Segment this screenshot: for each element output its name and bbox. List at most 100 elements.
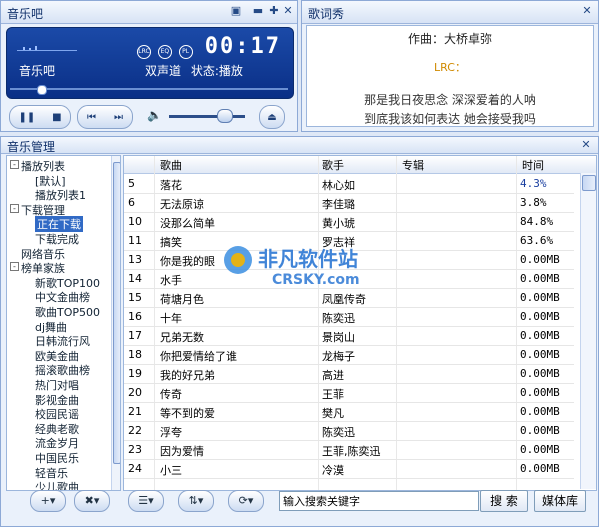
tree-item[interactable]: 播放列表 xyxy=(21,158,65,174)
volume-icon[interactable]: 🔈 xyxy=(147,108,162,122)
tree-item[interactable]: 流金岁月 xyxy=(35,435,79,451)
menu-icon[interactable]: ▣ xyxy=(229,4,243,18)
table-header: 歌曲 歌手 专辑 时间 xyxy=(124,156,596,174)
tree-item[interactable]: 下载完成 xyxy=(35,231,79,247)
row-time: 0.00MB xyxy=(520,272,560,285)
tree-item[interactable]: 轻音乐 xyxy=(35,465,68,481)
tree-item[interactable]: 中国民乐 xyxy=(35,450,79,466)
tree-item[interactable]: 经典老歌 xyxy=(35,421,79,437)
table-row[interactable]: 16 十年 陈奕迅 0.00MB xyxy=(124,307,574,327)
col-singer[interactable]: 歌手 xyxy=(322,157,344,173)
row-number: 20 xyxy=(128,386,142,399)
tree-item[interactable]: 影视金曲 xyxy=(35,392,79,408)
add-button[interactable]: +▾ xyxy=(30,490,66,512)
category-tree: - 播放列表 [默认] 播放列表1- 下载管理 正在下载 下载完成 网络音乐 - 榜单家族 新歌TO… xyxy=(6,155,121,491)
pause-icon[interactable]: ❚❚ xyxy=(18,112,35,123)
lrc-badge[interactable]: LRC xyxy=(137,45,151,59)
delete-button[interactable]: ✖▾ xyxy=(74,490,110,512)
table-row[interactable]: 23 因为爱情 王菲,陈奕迅 0.00MB xyxy=(124,440,574,460)
table-row[interactable]: 19 我的好兄弟 高进 0.00MB xyxy=(124,364,574,384)
pin-icon[interactable]: ✚ xyxy=(267,4,281,18)
row-song: 等不到的爱 xyxy=(160,407,215,420)
tree-expand-icon[interactable]: - xyxy=(10,262,19,272)
search-button[interactable]: 搜 索 xyxy=(480,490,528,512)
eject-button[interactable]: ⏏ xyxy=(259,105,285,129)
playlist-badge[interactable]: PL xyxy=(178,45,193,59)
table-scrollbar[interactable] xyxy=(580,173,596,489)
tree-scroll-thumb[interactable] xyxy=(113,162,120,464)
row-time: 0.00MB xyxy=(520,424,560,437)
tree-item[interactable]: dj舞曲 xyxy=(35,319,67,335)
table-row[interactable]: 22 浮夸 陈奕迅 0.00MB xyxy=(124,421,574,441)
volume-knob[interactable] xyxy=(216,109,233,123)
row-song: 你是我的眼 xyxy=(160,255,215,268)
search-input[interactable] xyxy=(279,491,479,511)
tree-item[interactable]: 中文金曲榜 xyxy=(35,289,90,305)
col-song[interactable]: 歌曲 xyxy=(160,157,182,173)
tree-item[interactable]: 播放列表1 xyxy=(35,187,86,203)
table-row[interactable]: 15 荷塘月色 凤凰传奇 0.00MB xyxy=(124,288,574,308)
eq-badge[interactable]: EQ xyxy=(157,45,172,59)
tree-item[interactable]: 下载管理 xyxy=(21,202,65,218)
table-scroll-thumb[interactable] xyxy=(582,175,596,191)
status-text: 双声道 状态:播放 xyxy=(145,62,243,79)
prev-icon[interactable]: ⏮ xyxy=(87,112,96,123)
sort-button[interactable]: ⇅▾ xyxy=(178,490,214,512)
row-number: 5 xyxy=(128,177,135,190)
tree-item[interactable]: 校园民谣 xyxy=(35,406,79,422)
close-icon[interactable]: ✕ xyxy=(281,4,295,18)
row-time: 0.00MB xyxy=(520,348,560,361)
tree-scrollbar[interactable] xyxy=(111,156,120,490)
row-number: 6 xyxy=(128,196,135,209)
row-song: 浮夸 xyxy=(160,426,182,439)
row-number: 16 xyxy=(128,310,142,323)
song-table: 歌曲 歌手 专辑 时间 5 落花 林心如 4.3% 6 无法原谅 李佳璐 3.8% 10 没那么简… xyxy=(123,155,597,491)
col-album[interactable]: 专辑 xyxy=(402,157,424,173)
play-mode-button[interactable]: ⟳▾ xyxy=(228,490,264,512)
row-singer: 林心如 xyxy=(322,179,355,192)
tree-expand-icon[interactable]: - xyxy=(10,160,19,169)
row-singer: 樊凡 xyxy=(322,407,344,420)
progress-slider[interactable] xyxy=(6,85,292,95)
tree-item[interactable]: 热门对唱 xyxy=(35,377,79,393)
lyrics-close-icon[interactable]: ✕ xyxy=(580,4,594,18)
status-value: 播放 xyxy=(218,64,243,78)
table-row[interactable]: 20 传奇 王菲 0.00MB xyxy=(124,383,574,403)
tree-item[interactable]: [默认] xyxy=(35,173,66,189)
progress-knob[interactable] xyxy=(37,85,47,95)
table-row[interactable]: 18 你把爱情给了谁 龙梅子 0.00MB xyxy=(124,345,574,365)
tree-item[interactable]: 摇滚歌曲榜 xyxy=(35,362,90,378)
row-singer: 王菲,陈奕迅 xyxy=(322,445,381,458)
table-row[interactable]: 6 无法原谅 李佳璐 3.8% xyxy=(124,193,574,213)
row-song: 传奇 xyxy=(160,388,182,401)
manager-titlebar: 音乐管理 ✕ xyxy=(1,137,598,154)
stop-icon[interactable]: ■ xyxy=(52,112,61,123)
minimize-icon[interactable]: ▬ xyxy=(251,4,265,18)
tree-item[interactable]: 正在下载 xyxy=(35,216,83,233)
tree-item[interactable]: 歌曲TOP500 xyxy=(35,304,100,320)
tree-item[interactable]: 欧美金曲 xyxy=(35,348,79,364)
tree-item[interactable]: 榜单家族 xyxy=(21,260,65,276)
volume-slider[interactable] xyxy=(169,115,245,118)
row-number: 23 xyxy=(128,443,142,456)
manager-close-icon[interactable]: ✕ xyxy=(579,138,593,152)
col-time[interactable]: 时间 xyxy=(522,157,544,173)
table-row[interactable]: 24 小三 冷漠 0.00MB xyxy=(124,459,574,479)
row-time: 4.3% xyxy=(520,177,547,190)
status-label: 状态: xyxy=(190,64,219,78)
list-button[interactable]: ☰▾ xyxy=(128,490,164,512)
tree-item[interactable]: 日韩流行风 xyxy=(35,333,90,349)
tree-expand-icon[interactable]: - xyxy=(10,203,19,213)
table-row[interactable]: 5 落花 林心如 4.3% xyxy=(124,174,574,194)
next-icon[interactable]: ⏭ xyxy=(114,112,123,123)
table-row[interactable]: 10 没那么简单 黄小琥 84.8% xyxy=(124,212,574,232)
channel-text: 双声道 xyxy=(145,64,182,78)
watermark-en: CRSKY.com xyxy=(272,272,360,288)
watermark-logo: 非凡软件站 CRSKY.com xyxy=(224,246,360,288)
media-library-button[interactable]: 媒体库 xyxy=(534,490,586,512)
table-row[interactable]: 21 等不到的爱 樊凡 0.00MB xyxy=(124,402,574,422)
table-row[interactable]: 17 兄弟无数 景岗山 0.00MB xyxy=(124,326,574,346)
row-song: 因为爱情 xyxy=(160,445,204,458)
tree-item[interactable]: 网络音乐 xyxy=(21,246,65,262)
tree-item[interactable]: 新歌TOP100 xyxy=(35,275,100,291)
